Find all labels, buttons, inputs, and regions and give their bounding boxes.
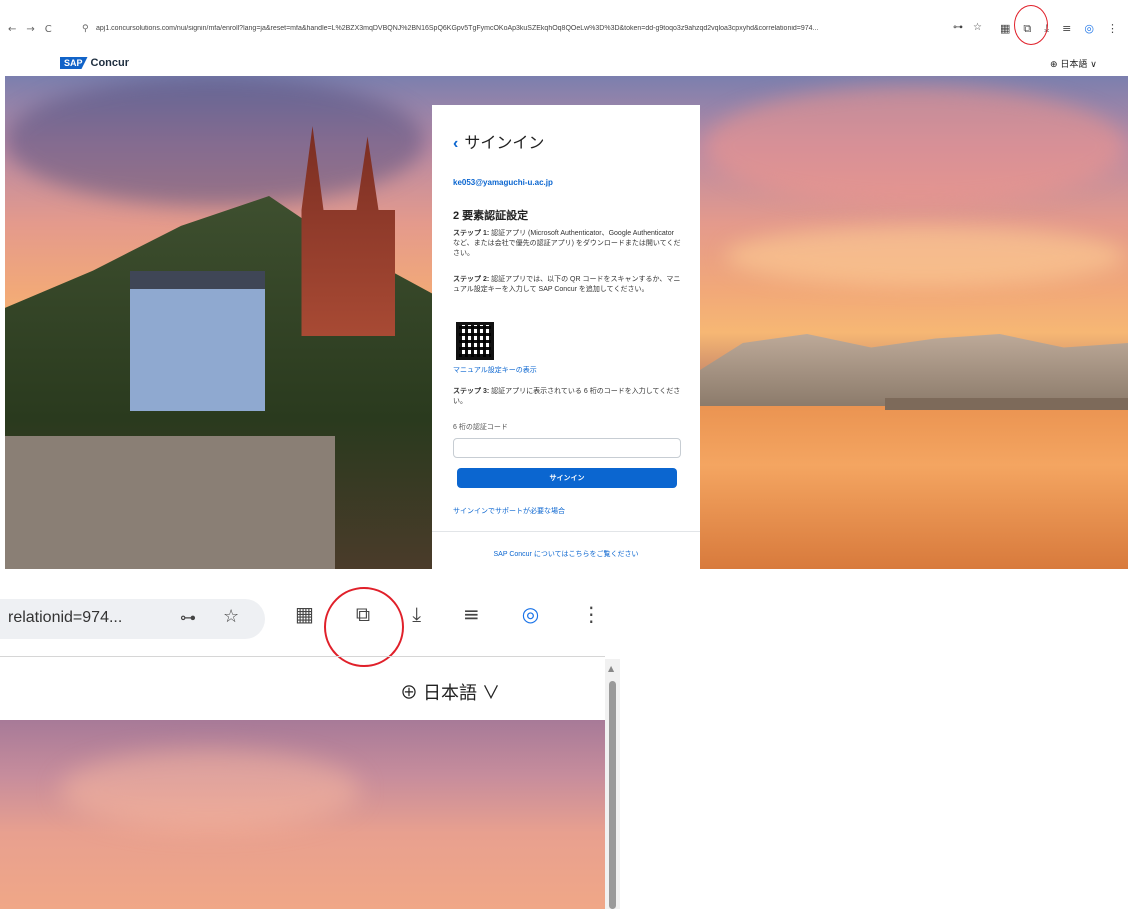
verification-code-input[interactable]: [453, 438, 681, 458]
signin-button[interactable]: サインイン: [457, 468, 677, 488]
step-2-label: ステップ 2:: [453, 276, 490, 283]
qr-code: [456, 322, 494, 360]
scroll-up-icon[interactable]: ▲: [608, 664, 614, 673]
zoom-hero-photo: [0, 720, 605, 909]
scrollbar-thumb[interactable]: [609, 681, 616, 909]
step-3-label: ステップ 3:: [453, 388, 490, 395]
address-bar[interactable]: apj1.concursolutions.com/nui/signin/mfa/…: [96, 25, 946, 32]
profile-icon[interactable]: ◎: [1084, 22, 1094, 36]
zoom-url-text: relationid=974...: [8, 609, 123, 626]
signin-help-link[interactable]: サインインでサポートが必要な場合: [453, 506, 565, 516]
menu-icon[interactable]: ⋮: [1107, 22, 1118, 36]
mfa-enroll-card: ‹ サインイン ke053@yamaguchi-u.ac.jp 2 要素認証設定 …: [432, 105, 700, 569]
highlight-circle: [1014, 5, 1048, 45]
zoom-profile-icon[interactable]: ◎: [522, 602, 539, 626]
key-icon[interactable]: ⊶: [953, 22, 963, 33]
step-1: ステップ 1: 認証アプリ (Microsoft Authenticator、G…: [453, 229, 681, 259]
zoomed-toolbar-inset: relationid=974... ⊶ ☆ ▦ ⧉ ⤓ ≡ ◎ ⋮ ⊕ 日本語 …: [0, 569, 620, 909]
stone-wall: [5, 436, 335, 569]
manual-key-link[interactable]: マニュアル設定キーの表示: [453, 365, 537, 375]
back-chevron-icon[interactable]: ‹: [453, 135, 458, 152]
browser-toolbar: ← → C ⚲ apj1.concursolutions.com/nui/sig…: [0, 0, 1128, 60]
reload-icon[interactable]: C: [45, 24, 52, 35]
concur-logo-text: Concur: [90, 57, 130, 69]
blue-house: [130, 271, 265, 411]
river: [665, 396, 1128, 569]
forward-icon[interactable]: →: [26, 24, 34, 35]
nav-buttons: ← → C: [8, 24, 52, 35]
code-field-label: 6 桁の認証コード: [453, 424, 508, 431]
zoom-media-icon[interactable]: ≡: [463, 602, 480, 626]
zoom-menu-icon[interactable]: ⋮: [581, 602, 601, 626]
city-skyline: [700, 334, 1128, 406]
card-divider: [432, 531, 700, 532]
sap-logo-box: SAP: [60, 57, 88, 69]
user-email: ke053@yamaguchi-u.ac.jp: [453, 178, 553, 187]
card-title: ‹ サインイン: [453, 129, 544, 153]
card-title-text: サインイン: [464, 135, 545, 152]
address-bar-actions: ⊶ ☆: [953, 22, 982, 33]
zoom-qr-icon[interactable]: ▦: [295, 602, 314, 626]
zoom-language-selector[interactable]: ⊕ 日本語 ∨: [400, 679, 500, 705]
step-1-label: ステップ 1:: [453, 230, 490, 237]
media-icon[interactable]: ≡: [1062, 22, 1071, 36]
zoom-highlight-circle: [324, 587, 404, 667]
step-2: ステップ 2: 認証アプリでは、以下の QR コードをスキャンするか、マニュアル…: [453, 275, 681, 295]
step-3: ステップ 3: 認証アプリに表示されている 6 桁のコードを入力してください。: [453, 387, 681, 407]
site-info-icon[interactable]: ⚲: [82, 24, 89, 34]
language-selector[interactable]: ⊕ 日本語 ∨: [1050, 57, 1097, 70]
zoom-download-icon[interactable]: ⤓: [412, 602, 421, 626]
sap-concur-logo: SAP Concur: [60, 57, 129, 69]
zoom-key-icon[interactable]: ⊶: [180, 608, 196, 627]
about-sap-concur-link[interactable]: SAP Concur についてはこちらをご覧ください: [432, 549, 700, 559]
bridge: [885, 398, 1128, 410]
zoom-separator: [0, 656, 605, 657]
zoom-star-icon[interactable]: ☆: [223, 606, 239, 627]
zoom-address-bar[interactable]: relationid=974... ⊶ ☆: [0, 599, 265, 639]
star-icon[interactable]: ☆: [973, 22, 982, 33]
back-icon[interactable]: ←: [8, 24, 16, 35]
mfa-heading: 2 要素認証設定: [453, 210, 529, 222]
qr-icon[interactable]: ▦: [1000, 22, 1010, 36]
